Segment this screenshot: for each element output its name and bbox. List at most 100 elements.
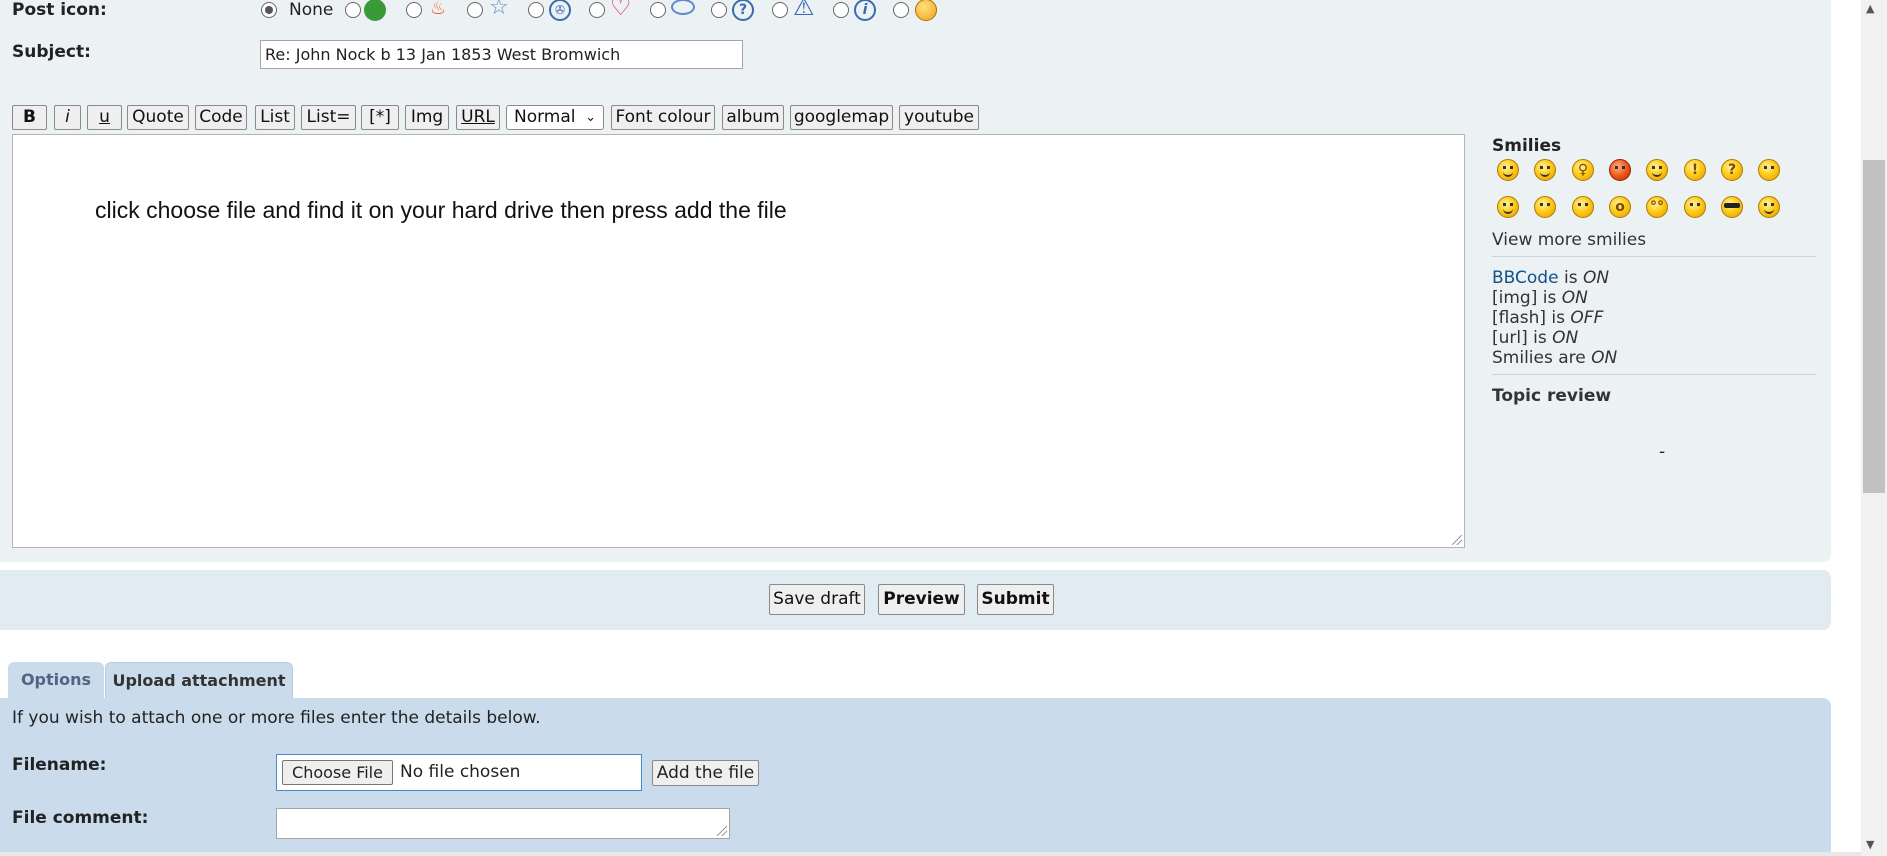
- font-size-select[interactable]: Normal ⌄: [506, 105, 604, 130]
- resize-grip-icon[interactable]: [1452, 535, 1462, 545]
- smiley-question-icon[interactable]: ?: [1721, 159, 1743, 181]
- smiley-exclaim-icon[interactable]: !: [1684, 159, 1706, 181]
- font-colour-button[interactable]: Font colour: [611, 105, 715, 130]
- editor-text: click choose file and find it on your ha…: [95, 197, 787, 223]
- smiley-cool-icon[interactable]: [1721, 196, 1743, 218]
- smiley-idea-icon[interactable]: ♀: [1572, 159, 1594, 181]
- smiley-confused-icon[interactable]: [1534, 196, 1556, 218]
- message-editor[interactable]: click choose file and find it on your ha…: [12, 134, 1465, 548]
- img-status-label: [img] is: [1492, 288, 1562, 308]
- code-button[interactable]: Code: [195, 105, 247, 130]
- smiley-eek-icon[interactable]: °°: [1646, 196, 1668, 218]
- italic-button[interactable]: i: [54, 105, 81, 130]
- topic-review-dash: -: [1659, 442, 1666, 462]
- bold-button[interactable]: B: [12, 105, 47, 130]
- smiley-roll-icon[interactable]: [1684, 196, 1706, 218]
- fire-icon: ♨: [430, 0, 447, 19]
- googlemap-button[interactable]: googlemap: [790, 105, 893, 130]
- url-status: [url] is ON: [1492, 328, 1578, 348]
- list-button[interactable]: List: [255, 105, 295, 130]
- green-face-icon: [364, 0, 386, 21]
- smilies-status: Smilies are ON: [1492, 348, 1617, 368]
- smiley-razz-icon[interactable]: [1758, 196, 1780, 218]
- attachment-intro: If you wish to attach one or more files …: [12, 708, 541, 728]
- radioactive-icon: ✇: [549, 0, 571, 21]
- preview-button[interactable]: Preview: [878, 584, 965, 615]
- resize-grip-icon[interactable]: [717, 826, 727, 836]
- smiley-happy-icon[interactable]: [1497, 159, 1519, 181]
- divider: [1492, 256, 1816, 257]
- bbcode-link[interactable]: BBCode: [1492, 268, 1559, 288]
- post-icon-radio-none[interactable]: [261, 2, 277, 18]
- post-icon-radio-7[interactable]: [711, 2, 727, 18]
- save-draft-button[interactable]: Save draft: [769, 584, 865, 615]
- flash-status: [flash] is OFF: [1492, 308, 1603, 328]
- post-icon-radio-5[interactable]: [589, 2, 605, 18]
- img-state: ON: [1561, 288, 1588, 308]
- file-comment-label: File comment:: [12, 808, 149, 828]
- smiley-geek-icon[interactable]: [1646, 159, 1668, 181]
- scroll-up-icon[interactable]: ▲: [1866, 2, 1874, 15]
- post-icon-radio-4[interactable]: [528, 2, 544, 18]
- bbcode-state: ON: [1582, 268, 1610, 288]
- choose-file-button[interactable]: Choose File: [282, 760, 393, 785]
- youtube-button[interactable]: youtube: [899, 105, 979, 130]
- img-button[interactable]: Img: [405, 105, 449, 130]
- scrollbar-thumb[interactable]: [1863, 160, 1885, 493]
- smilies-status-label: Smilies are: [1492, 348, 1592, 368]
- smiley-mad-icon[interactable]: [1609, 159, 1631, 181]
- bottom-strip: [0, 852, 1887, 856]
- tab-options[interactable]: Options: [8, 662, 104, 698]
- smilies-title: Smilies: [1492, 136, 1562, 156]
- star-icon: ☆: [489, 0, 509, 20]
- font-size-select-value: Normal: [514, 107, 576, 127]
- submit-button[interactable]: Submit: [977, 584, 1054, 615]
- file-comment-textarea[interactable]: [276, 808, 730, 839]
- bbcode-is-text: is: [1558, 268, 1583, 288]
- add-file-button[interactable]: Add the file: [652, 760, 759, 786]
- topic-review-link[interactable]: Topic review: [1492, 386, 1611, 406]
- album-button[interactable]: album: [722, 105, 784, 130]
- subject-input[interactable]: [260, 40, 743, 69]
- smiley-surprised-icon[interactable]: o: [1609, 196, 1631, 218]
- post-icon-radio-2[interactable]: [406, 2, 422, 18]
- post-icon-radio-8[interactable]: [772, 2, 788, 18]
- smiley-sad-icon[interactable]: [1572, 196, 1594, 218]
- file-input[interactable]: Choose File No file chosen: [276, 754, 642, 791]
- smiley-neutral-icon[interactable]: [1758, 159, 1780, 181]
- heart-icon: ♡: [610, 0, 632, 21]
- quote-button[interactable]: Quote: [127, 105, 189, 130]
- list-item-button[interactable]: [*]: [361, 105, 399, 130]
- url-status-label: [url] is: [1492, 328, 1553, 348]
- post-icon-radio-3[interactable]: [467, 2, 483, 18]
- sick-face-icon: [915, 0, 937, 21]
- post-icon-radio-1[interactable]: [345, 2, 361, 18]
- no-file-chosen-text: No file chosen: [400, 762, 521, 782]
- smilies-state: ON: [1591, 348, 1618, 368]
- flash-state: OFF: [1570, 308, 1604, 328]
- url-button[interactable]: URL: [456, 105, 500, 130]
- underline-button[interactable]: u: [87, 105, 122, 130]
- chevron-down-icon: ⌄: [585, 110, 596, 125]
- info-icon: i: [854, 0, 876, 21]
- warning-icon: ⚠: [793, 0, 815, 21]
- img-status: [img] is ON: [1492, 288, 1588, 308]
- question-icon: ?: [732, 0, 754, 21]
- tab-upload-attachment[interactable]: Upload attachment: [105, 662, 293, 698]
- post-icon-radio-10[interactable]: [893, 2, 909, 18]
- divider: [1492, 374, 1816, 375]
- ordered-list-button[interactable]: List=: [301, 105, 356, 130]
- flash-status-label: [flash] is: [1492, 308, 1571, 328]
- scroll-down-icon[interactable]: ▼: [1866, 838, 1874, 851]
- url-state: ON: [1552, 328, 1579, 348]
- post-icon-none-label: None: [289, 0, 334, 20]
- subject-label: Subject:: [12, 42, 91, 62]
- post-icon-radio-6[interactable]: [650, 2, 666, 18]
- bbcode-status: BBCode is ON: [1492, 268, 1609, 288]
- smiley-wink-icon[interactable]: [1534, 159, 1556, 181]
- view-more-smilies-link[interactable]: View more smilies: [1492, 230, 1646, 250]
- filename-label: Filename:: [12, 755, 107, 775]
- post-icon-radio-9[interactable]: [833, 2, 849, 18]
- post-icon-label: Post icon:: [12, 0, 107, 20]
- smiley-biggrin-icon[interactable]: [1497, 196, 1519, 218]
